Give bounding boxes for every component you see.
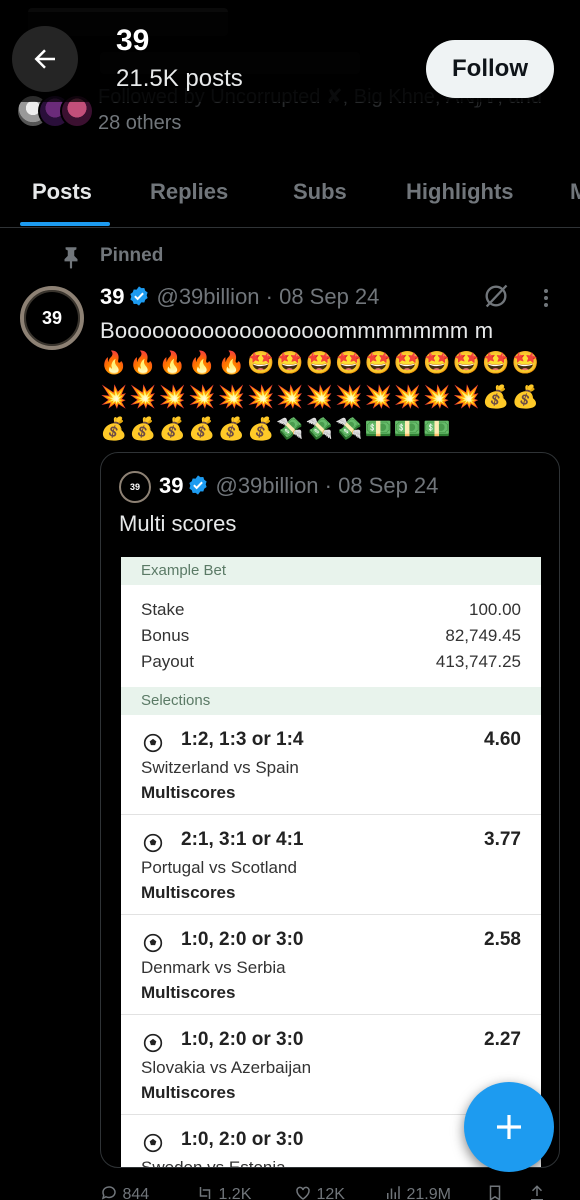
tab-posts[interactable]: Posts [32,160,92,226]
selection-match: Sweden vs Estonia [141,1158,286,1168]
share-icon [531,1185,543,1200]
quoted-text: Multi scores [119,511,237,536]
reply-icon [101,1186,116,1200]
repost-icon [199,1187,211,1199]
like-count: 12K [316,1186,345,1200]
tab-subs[interactable]: Subs [293,160,347,226]
soccer-ball-icon [143,933,163,953]
selection-market: Multiscores [141,783,236,802]
post-author-name[interactable]: 39 [100,284,124,309]
soccer-ball-icon [143,1033,163,1053]
betslip-image[interactable]: Example Bet Stake 100.00 Bonus 82,749.45 P… [121,557,541,1168]
post-text: Boooooooooooooooooommmmmmm m [100,318,494,343]
selection-odds: 2.58 [484,929,521,950]
selection-match: Slovakia vs Azerbaijan [141,1058,312,1077]
selection-match: Switzerland vs Spain [141,758,299,777]
stake-row: Stake 100.00 [121,597,541,623]
like-button[interactable]: 12K [294,1184,345,1200]
post-emoji-row: 🔥🔥🔥🔥🔥🤩🤩🤩🤩🤩🤩🤩🤩🤩🤩 [100,350,541,375]
repost-button[interactable]: 1.2K [196,1184,251,1200]
selection-score: 1:0, 2:0 or 3:0 [181,929,304,950]
repost-count: 1.2K [218,1186,252,1200]
payout-label: Payout [141,652,194,671]
bonus-row: Bonus 82,749.45 [121,623,541,649]
payout-value: 413,747.25 [435,652,521,671]
quoted-header: 39 @39billion · 08 Sep 24 [159,473,438,499]
reply-button[interactable]: 844 [100,1184,149,1200]
back-button[interactable] [12,26,78,92]
soccer-ball-icon [143,833,163,853]
selection-market: Multiscores [141,983,236,1002]
stake-value: 100.00 [469,600,521,619]
selection-row: 1:0, 2:0 or 3:0 2.58 Denmark vs Serbia M… [121,915,541,1015]
selection-odds: 2.27 [484,1029,521,1050]
quoted-avatar: 39 [119,471,151,503]
selection-score: 1:0, 2:0 or 3:0 [181,1129,304,1150]
selection-odds: 3.77 [484,829,521,850]
selection-row: 1:2, 1:3 or 1:4 4.60 Switzerland vs Spai… [121,715,541,815]
bonus-label: Bonus [141,626,190,645]
views-count: 21.9M [406,1186,451,1200]
verified-badge-icon [189,475,208,495]
selection-score: 1:2, 1:3 or 1:4 [181,729,304,750]
stake-label: Stake [141,600,185,619]
soccer-ball-icon [143,1133,163,1153]
share-button[interactable] [528,1184,546,1200]
selection-row: 2:1, 3:1 or 4:1 3.77 Portugal vs Scotlan… [121,815,541,915]
follow-button[interactable]: Follow [426,40,554,98]
pinned-indicator: Pinned [0,240,580,276]
tab-replies[interactable]: Replies [150,160,228,226]
reply-count: 844 [122,1186,150,1200]
verified-badge-icon [130,286,149,306]
selection-match: Denmark vs Serbia [141,958,286,977]
tab-highlights[interactable]: Highlights [406,160,514,226]
profile-tabs: Posts Replies Subs Highlights M [0,160,580,228]
post-emoji-row: 💰💰💰💰💰💰💸💸💸💵💵💵 [100,416,453,441]
active-tab-indicator [20,222,110,226]
selection-odds: 4.60 [484,729,521,750]
selection-score: 2:1, 3:1 or 4:1 [181,829,304,850]
followed-by-others: 28 others [98,112,182,134]
soccer-ball-icon [143,733,163,753]
post-action-bar: 844 1.2K 12K 21.9M [0,1182,580,1200]
grok-icon[interactable] [482,282,510,310]
bonus-value: 82,749.45 [445,626,521,645]
selection-market: Multiscores [141,883,236,902]
post-handle-date: @39billion · 08 Sep 24 [156,284,380,309]
tab-media[interactable]: M [570,160,580,226]
profile-header: 39 21.5K posts Follow [0,12,580,102]
quoted-author-name: 39 [159,473,184,498]
quoted-handle-date: @39billion · 08 Sep 24 [215,473,439,498]
bookmark-icon [489,1185,501,1200]
compose-plus-icon [497,1115,521,1139]
selection-match: Portugal vs Scotland [141,858,297,877]
like-icon [296,1186,310,1200]
selections-header: Selections [121,687,541,715]
selection-market: Multiscores [141,1083,236,1102]
pin-icon [64,247,78,269]
posts-count: 21.5K posts [116,65,243,92]
selection-score: 1:0, 2:0 or 3:0 [181,1029,304,1050]
more-icon[interactable] [534,286,558,310]
example-bet-header: Example Bet [121,557,541,585]
post-avatar[interactable]: 39 [20,286,84,350]
pinned-label: Pinned [100,245,164,266]
page-title: 39 [116,24,150,57]
quoted-post[interactable]: 39 39 @39billion · 08 Sep 24 Multi scores… [100,452,560,1168]
compose-button[interactable] [464,1082,554,1172]
post-emoji-row: 💥💥💥💥💥💥💥💥💥💥💥💥💥💰💰 [100,384,541,409]
back-arrow-icon [34,49,55,69]
views-button[interactable]: 21.9M [384,1184,451,1200]
bookmark-button[interactable] [486,1184,504,1200]
payout-row: Payout 413,747.25 [121,649,541,675]
views-icon [387,1186,400,1199]
